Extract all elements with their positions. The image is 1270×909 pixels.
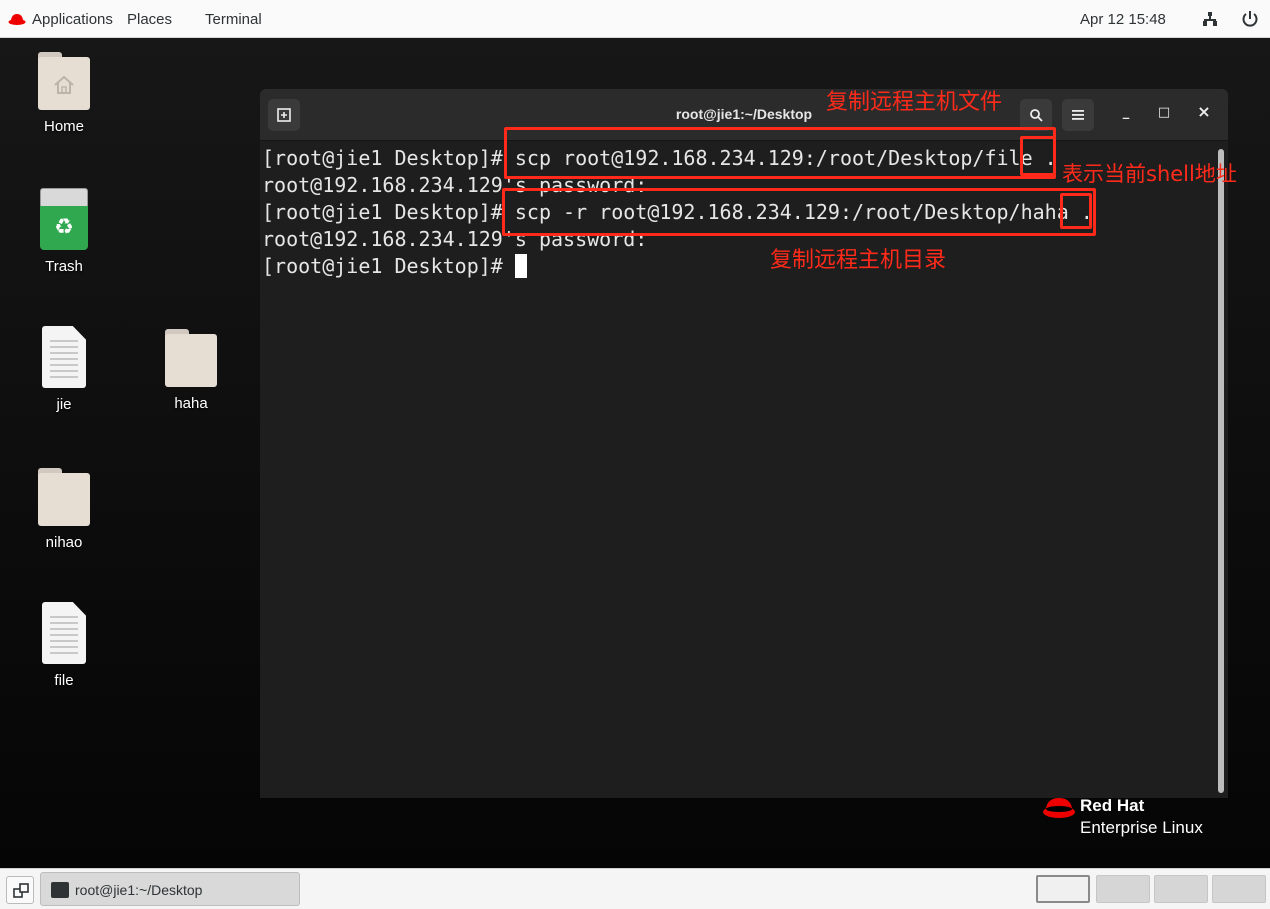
redhat-logo-icon — [8, 14, 26, 25]
workspace-4[interactable] — [1212, 875, 1266, 903]
terminal-scrollbar[interactable] — [1218, 149, 1224, 793]
annotation-current-dir: 表示当前shell地址 — [1062, 162, 1237, 186]
terminal-prompt: [root@jie1 Desktop]# — [262, 254, 515, 278]
taskbar-window-label: root@jie1:~/Desktop — [75, 882, 203, 898]
bottom-taskbar: root@jie1:~/Desktop — [0, 868, 1270, 909]
maximize-button[interactable]: □ — [1154, 105, 1174, 120]
show-desktop-button[interactable] — [6, 876, 34, 904]
folder-icon — [165, 329, 217, 387]
menu-button[interactable] — [1062, 99, 1094, 131]
desktop-icon-home[interactable]: Home — [14, 52, 114, 135]
workspace-3[interactable] — [1154, 875, 1208, 903]
desktop-icon-label: Home — [43, 118, 84, 135]
top-panel: Applications Places Terminal Apr 12 15:4… — [0, 0, 1270, 38]
minimize-button[interactable]: _ — [1116, 105, 1136, 120]
desktop-icon-label: Trash — [45, 258, 83, 275]
close-button[interactable]: × — [1194, 102, 1214, 121]
hamburger-menu-icon — [1072, 110, 1084, 120]
desktop-icon-label: nihao — [45, 534, 83, 551]
terminal-cursor — [514, 254, 527, 278]
annotation-box-copy-file — [504, 127, 1056, 179]
desktop-icon-label: file — [54, 672, 74, 689]
workspace-1[interactable] — [1036, 875, 1090, 903]
annotation-box-dot-file — [1020, 136, 1056, 176]
terminal-app-menu[interactable]: Terminal — [205, 10, 262, 30]
search-icon — [1030, 109, 1043, 122]
brand-name: Red Hat — [1080, 796, 1145, 815]
desktop-icon-nihao[interactable]: nihao — [14, 468, 114, 551]
brand-product: Enterprise Linux — [1080, 818, 1203, 837]
home-folder-icon — [38, 52, 90, 110]
annotation-copy-file: 复制远程主机文件 — [826, 90, 1003, 115]
desktop-icon-label: jie — [56, 396, 72, 413]
text-file-icon — [42, 602, 86, 664]
annotation-copy-dir: 复制远程主机目录 — [770, 248, 947, 273]
desktop-icon-jie[interactable]: jie — [14, 326, 114, 413]
clock[interactable]: Apr 12 15:48 — [1080, 10, 1166, 30]
annotation-box-dot-dir — [1060, 193, 1092, 229]
folder-icon — [38, 468, 90, 526]
desktop-icon-label: haha — [174, 395, 208, 412]
desktop-icon-file[interactable]: file — [14, 602, 114, 689]
network-icon[interactable] — [1202, 11, 1218, 27]
terminal-icon — [51, 882, 69, 898]
places-menu[interactable]: Places — [127, 10, 172, 30]
window-list-icon — [13, 883, 29, 898]
taskbar-window-terminal[interactable]: root@jie1:~/Desktop — [40, 872, 300, 906]
text-file-icon — [42, 326, 86, 388]
desktop-icon-haha[interactable]: haha — [141, 329, 241, 412]
power-icon[interactable] — [1241, 10, 1259, 28]
annotation-box-copy-dir — [502, 188, 1096, 236]
workspace-2[interactable] — [1096, 875, 1150, 903]
trash-icon: ♻ — [40, 188, 88, 250]
desktop-icon-trash[interactable]: ♻ Trash — [14, 188, 114, 275]
redhat-logo-icon — [1043, 798, 1075, 818]
applications-menu[interactable]: Applications — [32, 10, 113, 30]
